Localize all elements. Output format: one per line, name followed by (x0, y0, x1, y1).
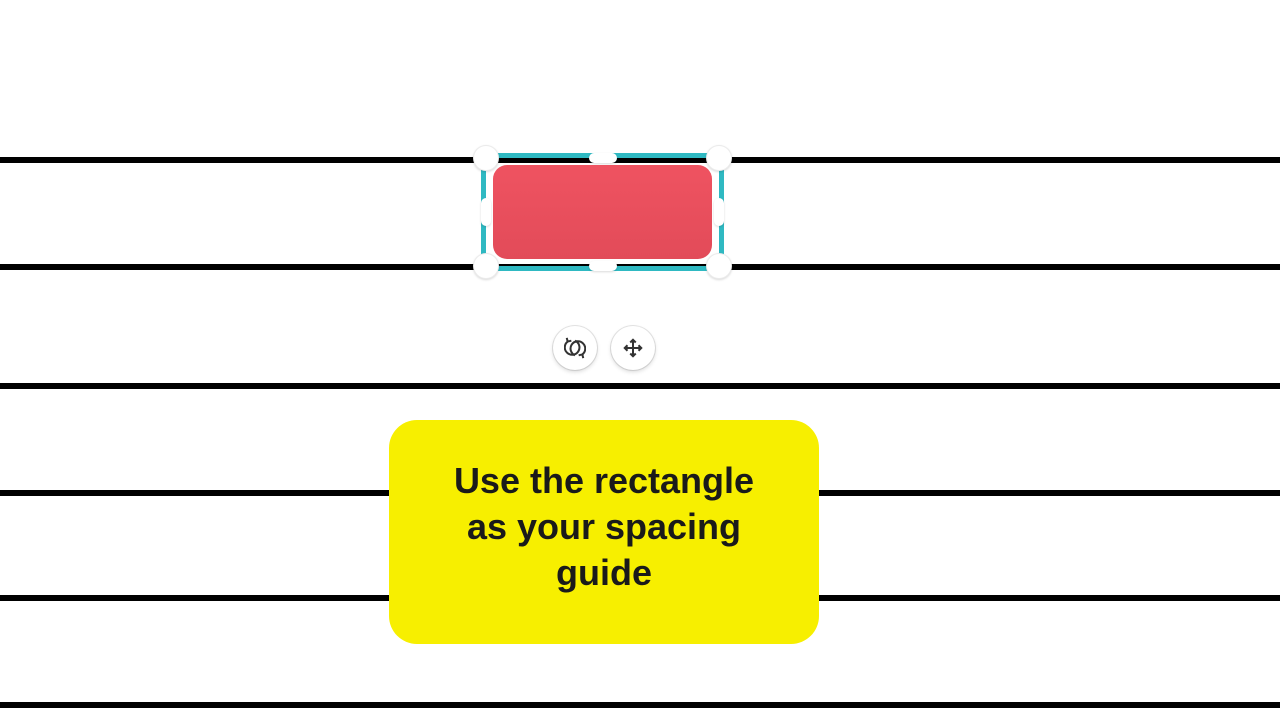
rotate-button[interactable] (553, 326, 597, 370)
move-button[interactable] (611, 326, 655, 370)
resize-handle-left[interactable] (481, 198, 491, 226)
selection-floating-toolbar (553, 326, 655, 370)
resize-handle-bottom-left[interactable] (473, 253, 499, 279)
shape-fill (493, 165, 712, 259)
resize-handle-top-left[interactable] (473, 145, 499, 171)
resize-handle-bottom-right[interactable] (706, 253, 732, 279)
instruction-callout: Use the rectangle as your spacing guide (389, 420, 819, 644)
rotate-icon (564, 337, 586, 359)
selected-rectangle-shape[interactable] (481, 153, 724, 271)
resize-handle-bottom[interactable] (589, 261, 617, 271)
resize-handle-right[interactable] (714, 198, 724, 226)
resize-handle-top-right[interactable] (706, 145, 732, 171)
resize-handle-top[interactable] (589, 153, 617, 163)
guide-line (0, 702, 1280, 708)
move-icon (622, 337, 644, 359)
guide-line (0, 383, 1280, 389)
